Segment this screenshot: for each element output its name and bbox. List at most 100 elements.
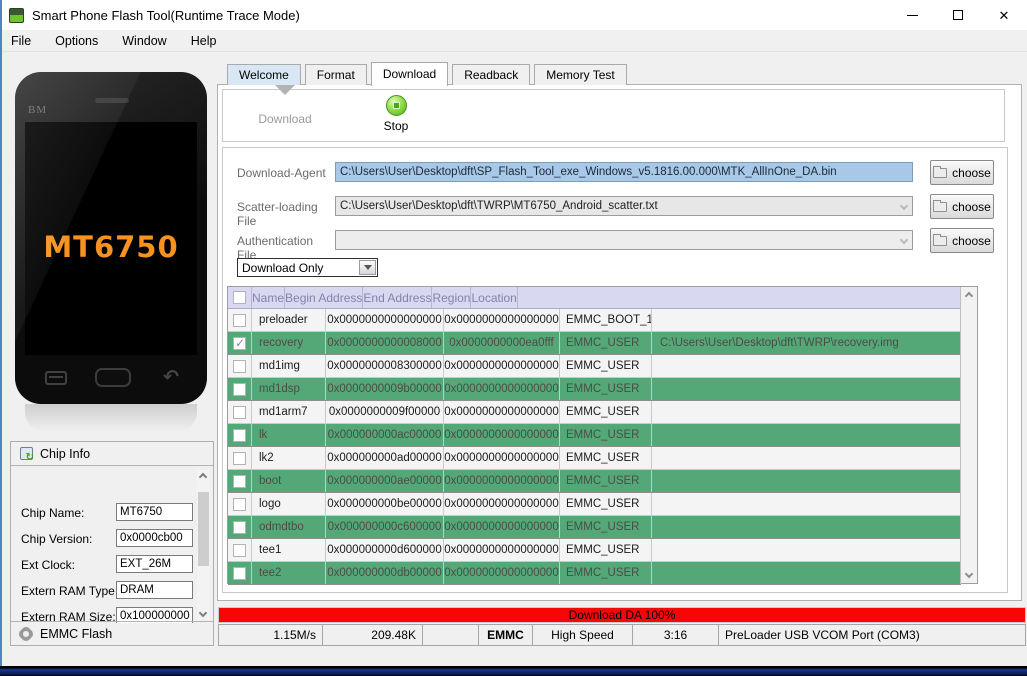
scatter-file-field[interactable]	[335, 196, 913, 216]
window-left-border	[0, 0, 2, 676]
table-row[interactable]: tee1 0x000000000d600000 0x00000000000000…	[228, 539, 961, 562]
chip-field-value[interactable]	[116, 529, 193, 547]
begin-address: 0x0000000000000000	[326, 309, 444, 331]
end-address: 0x0000000000000000	[444, 378, 560, 400]
tab[interactable]: Memory Test	[534, 64, 627, 85]
phone-speaker	[95, 98, 129, 103]
app-icon	[9, 7, 24, 23]
scroll-down-icon[interactable]	[198, 608, 208, 618]
combo-arrow-button[interactable]	[359, 260, 376, 275]
row-checkbox[interactable]	[233, 359, 246, 373]
row-checkbox[interactable]	[233, 520, 246, 534]
auth-dropdown-icon[interactable]	[896, 232, 911, 248]
row-checkbox[interactable]	[233, 451, 246, 465]
menu-item[interactable]: Help	[179, 30, 229, 51]
auth-file-choose-button[interactable]: choose	[930, 228, 994, 253]
phone-chip-label: MT6750	[43, 230, 179, 264]
chip-info-scrollbar[interactable]	[197, 470, 210, 620]
emmc-flash-header[interactable]: EMMC Flash	[11, 621, 213, 645]
select-all-checkbox[interactable]	[233, 291, 246, 304]
begin-address: 0x000000000ae00000	[326, 470, 444, 492]
table-row[interactable]: logo 0x000000000be00000 0x00000000000000…	[228, 493, 961, 516]
row-checkbox[interactable]	[233, 474, 246, 488]
scroll-up-icon[interactable]	[198, 472, 208, 482]
close-button[interactable]: ✕	[981, 0, 1027, 30]
row-checkbox[interactable]	[233, 543, 246, 557]
chip-field-value[interactable]	[116, 503, 193, 521]
location	[652, 401, 961, 423]
end-address: 0x0000000000ea0fff	[444, 332, 560, 354]
chip-field-label: Chip Version:	[21, 532, 93, 546]
table-row[interactable]: lk 0x000000000ac00000 0x0000000000000000…	[228, 424, 961, 447]
table-row[interactable]: md1dsp 0x0000000009b00000 0x000000000000…	[228, 378, 961, 401]
table-row[interactable]: tee2 0x000000000db00000 0x00000000000000…	[228, 562, 961, 585]
minimize-button[interactable]	[889, 0, 935, 30]
download-agent-field[interactable]	[335, 162, 913, 182]
partition-name: logo	[252, 493, 326, 515]
table-row[interactable]: md1img 0x0000000008300000 0x000000000000…	[228, 355, 961, 378]
scatter-file-choose-button[interactable]: choose	[930, 194, 994, 219]
row-checkbox[interactable]	[233, 382, 246, 396]
chip-info-header[interactable]: Chip Info	[11, 442, 213, 466]
download-arrow-icon	[274, 84, 296, 109]
chip-field-value[interactable]	[116, 581, 193, 599]
tab[interactable]: Format	[304, 64, 367, 85]
row-checkbox[interactable]	[233, 313, 246, 327]
tab[interactable]: Readback	[452, 64, 531, 85]
table-scrollbar[interactable]	[960, 287, 977, 583]
table-row[interactable]: lk2 0x000000000ad00000 0x000000000000000…	[228, 447, 961, 470]
table-row[interactable]: odmdtbo 0x000000000c600000 0x00000000000…	[228, 516, 961, 539]
column-header[interactable]: Region	[432, 287, 472, 308]
begin-address: 0x000000000db00000	[326, 562, 444, 584]
row-checkbox[interactable]	[233, 336, 246, 350]
tab-label: Readback	[464, 68, 519, 82]
partition-name: tee1	[252, 539, 326, 561]
download-mode-value: Download Only	[242, 260, 324, 275]
column-header[interactable]: Location	[471, 287, 518, 308]
end-address: 0x0000000000000000	[444, 539, 560, 561]
end-address: 0x0000000000000000	[444, 355, 560, 377]
tab-label: Format	[316, 68, 355, 82]
tab[interactable]: Welcome	[227, 64, 301, 85]
auth-file-field[interactable]	[335, 230, 913, 250]
row-checkbox[interactable]	[233, 405, 246, 419]
table-row[interactable]: recovery 0x0000000000008000 0x0000000000…	[228, 332, 961, 355]
column-header[interactable]: Name	[252, 287, 286, 308]
row-checkbox[interactable]	[233, 566, 246, 580]
phone-menu-icon	[45, 371, 67, 385]
choose-button-label: choose	[952, 233, 991, 248]
scroll-up-icon[interactable]	[964, 291, 974, 301]
row-checkbox[interactable]	[233, 428, 246, 442]
begin-address: 0x0000000008300000	[326, 355, 444, 377]
region: EMMC_USER	[560, 539, 652, 561]
location	[652, 355, 961, 377]
chip-field-label: Ext Clock:	[21, 558, 76, 572]
location	[652, 493, 961, 515]
status-bar: 1.15M/s 209.48K EMMC High Speed 3:16 Pre…	[218, 624, 1026, 646]
emmc-flash-title: EMMC Flash	[40, 626, 113, 641]
menu-item[interactable]: File	[2, 30, 43, 51]
stop-button[interactable]: Stop	[351, 95, 441, 133]
menu-item[interactable]: Window	[110, 30, 178, 51]
gear-icon	[20, 627, 32, 640]
menu-item[interactable]: Options	[43, 30, 110, 51]
maximize-button[interactable]	[935, 0, 981, 30]
table-row[interactable]: boot 0x000000000ae00000 0x00000000000000…	[228, 470, 961, 493]
table-row[interactable]: md1arm7 0x0000000009f00000 0x00000000000…	[228, 401, 961, 424]
column-header[interactable]: End Address	[363, 287, 433, 308]
begin-address: 0x000000000c600000	[326, 516, 444, 538]
end-address: 0x0000000000000000	[444, 424, 560, 446]
row-checkbox[interactable]	[233, 497, 246, 511]
chip-field-value[interactable]	[116, 555, 193, 573]
scatter-dropdown-icon[interactable]	[896, 198, 911, 214]
download-button[interactable]: Download	[235, 84, 335, 126]
tab-bar: Welcome Format Download Readback Memory …	[227, 61, 631, 86]
end-address: 0x0000000000000000	[444, 516, 560, 538]
tab[interactable]: Download	[370, 62, 449, 86]
table-row[interactable]: preloader 0x0000000000000000 0x000000000…	[228, 309, 961, 332]
scrollbar-thumb[interactable]	[198, 492, 209, 566]
download-agent-choose-button[interactable]: choose	[930, 160, 994, 185]
column-header[interactable]: Begin Address	[285, 287, 364, 308]
download-mode-select[interactable]: Download Only	[237, 258, 378, 277]
scroll-down-icon[interactable]	[964, 569, 974, 579]
